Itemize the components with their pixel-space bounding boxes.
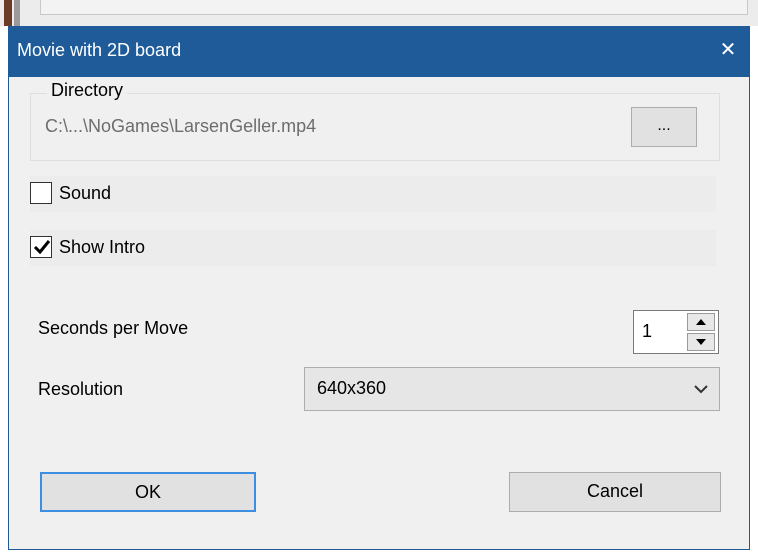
chevron-down-icon xyxy=(694,385,708,394)
background-panel xyxy=(40,0,748,15)
resolution-select[interactable]: 640x360 xyxy=(304,367,720,411)
sound-row: Sound xyxy=(30,176,716,212)
show-intro-label[interactable]: Show Intro xyxy=(59,237,145,258)
checkmark-icon xyxy=(33,240,51,255)
background-board-edge xyxy=(4,0,12,26)
cancel-button[interactable]: Cancel xyxy=(509,472,721,512)
show-intro-row: Show Intro xyxy=(30,230,716,266)
arrow-up-icon xyxy=(696,319,706,325)
background-app-strip xyxy=(0,0,758,26)
ok-button[interactable]: OK xyxy=(40,472,256,512)
spin-up-button[interactable] xyxy=(687,313,715,331)
title-bar[interactable]: Movie with 2D board ✕ xyxy=(9,27,749,77)
resolution-value: 640x360 xyxy=(317,378,387,398)
background-divider xyxy=(14,0,20,26)
close-icon: ✕ xyxy=(719,39,737,61)
resolution-label: Resolution xyxy=(38,379,124,399)
seconds-per-move-value[interactable]: 1 xyxy=(642,321,652,342)
directory-path: C:\...\NoGames\LarsenGeller.mp4 xyxy=(45,116,317,136)
seconds-per-move-label: Seconds per Move xyxy=(38,318,189,338)
browse-button[interactable]: ... xyxy=(631,107,697,147)
directory-group: Directory C:\...\NoGames\LarsenGeller.mp… xyxy=(30,80,720,161)
directory-legend: Directory xyxy=(47,80,128,101)
arrow-down-icon xyxy=(696,339,706,345)
seconds-per-move-spinner[interactable]: 1 xyxy=(633,310,719,354)
sound-label[interactable]: Sound xyxy=(59,183,111,204)
spin-down-button[interactable] xyxy=(687,333,715,351)
show-intro-checkbox[interactable] xyxy=(30,236,52,258)
close-button[interactable]: ✕ xyxy=(713,35,743,65)
dialog-title: Movie with 2D board xyxy=(17,40,182,60)
spinner-buttons xyxy=(687,313,715,351)
sound-checkbox[interactable] xyxy=(30,182,52,204)
